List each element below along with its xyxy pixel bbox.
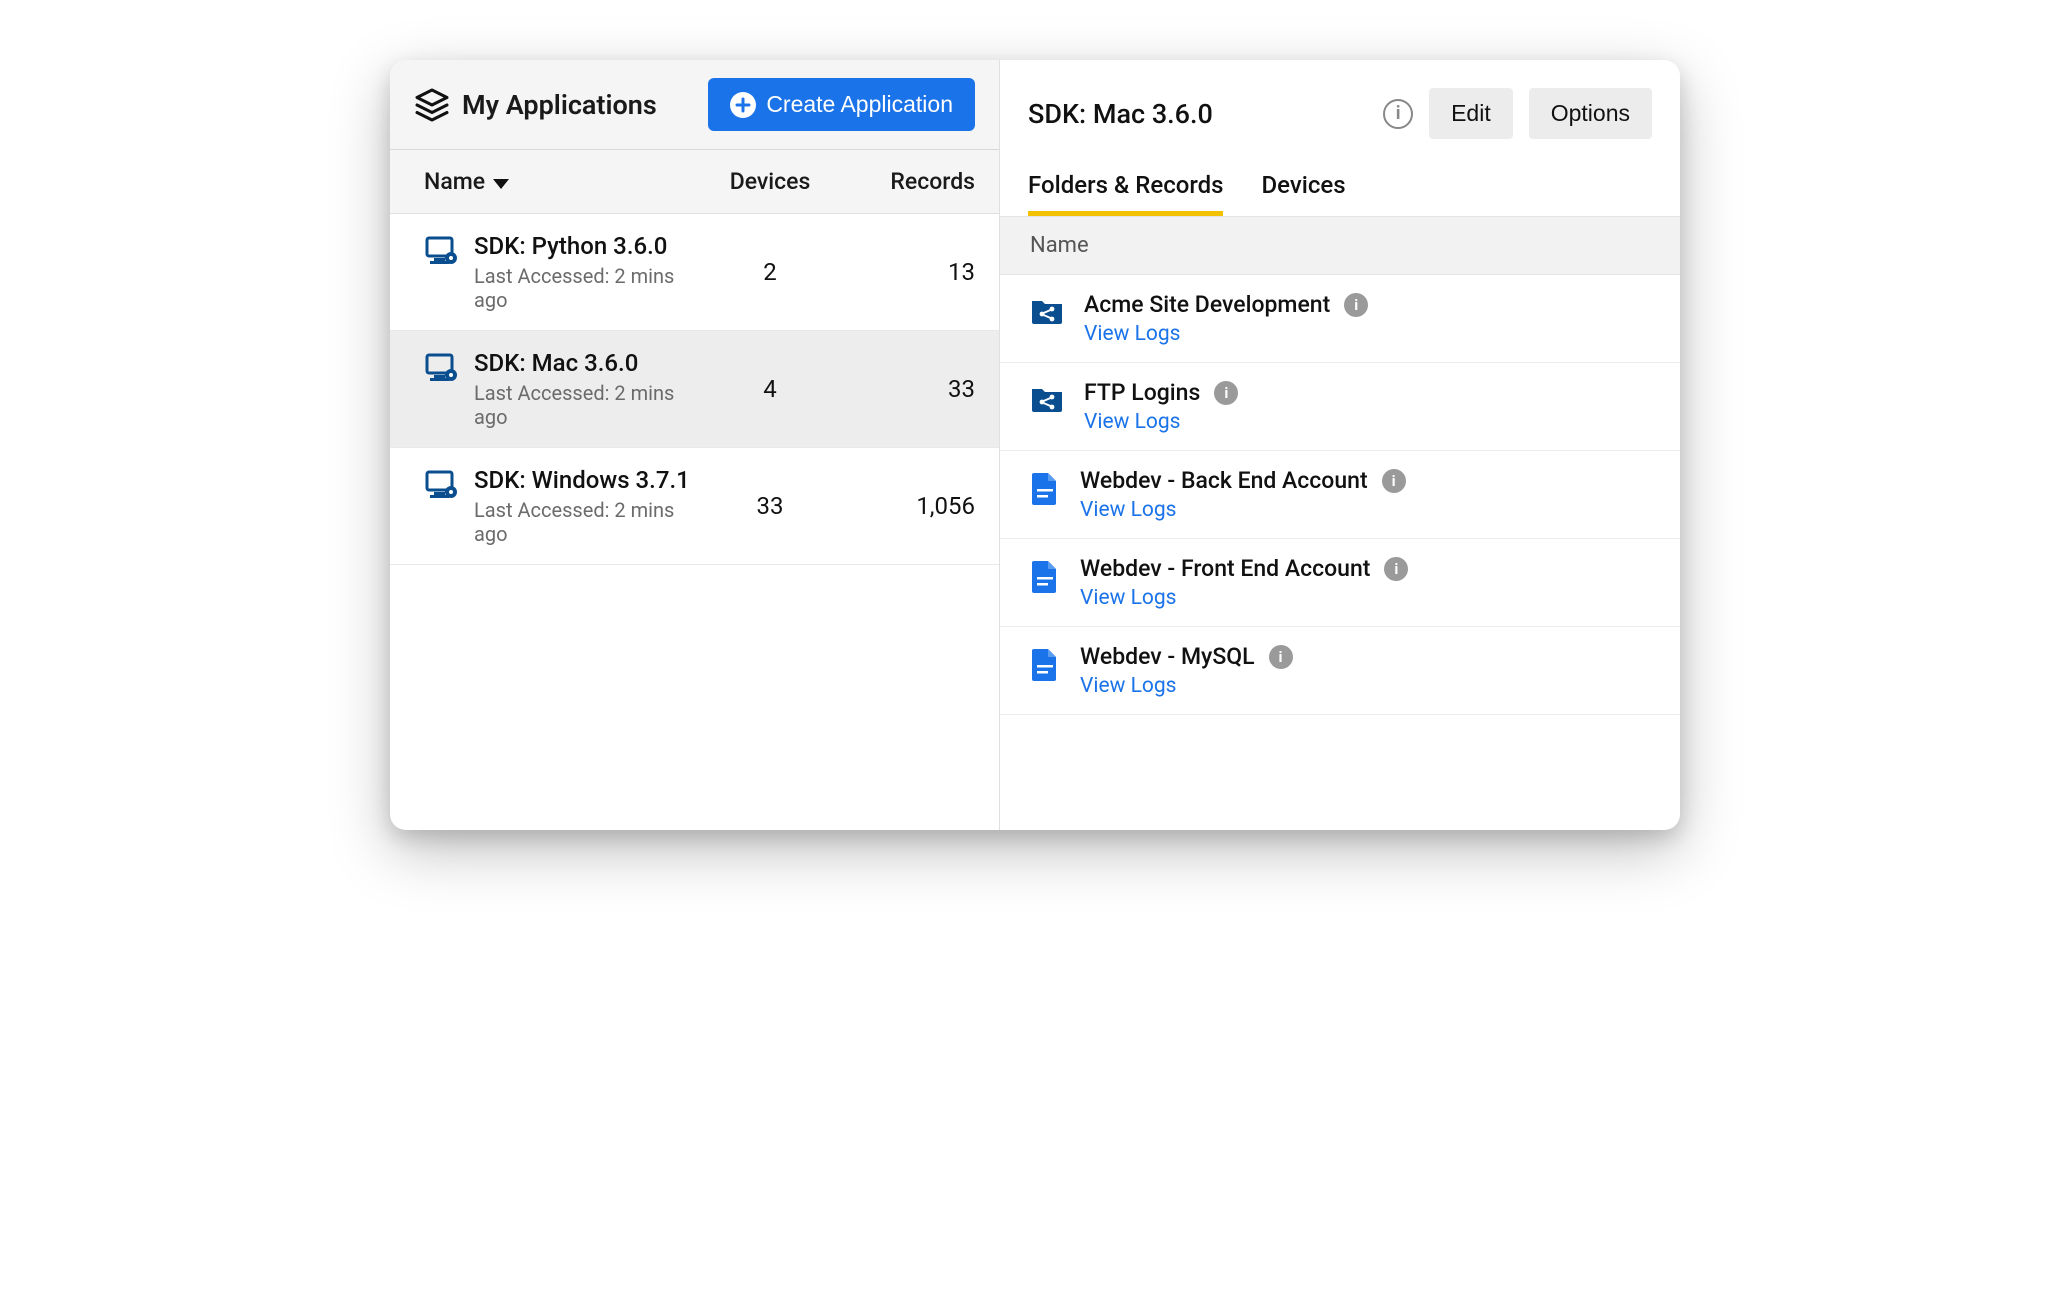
application-subtitle: Last Accessed: 2 mins ago: [474, 264, 705, 312]
view-logs-link[interactable]: View Logs: [1080, 498, 1406, 522]
info-icon[interactable]: i: [1382, 469, 1406, 493]
application-records: 1,056: [835, 492, 975, 520]
application-records: 33: [835, 375, 975, 403]
application-subtitle: Last Accessed: 2 mins ago: [474, 498, 705, 546]
applications-column-headers: Name Devices Records: [390, 150, 999, 214]
info-icon[interactable]: i: [1384, 557, 1408, 581]
detail-tabs: Folders & Records Devices: [1000, 151, 1680, 216]
share-folder-icon: [1030, 383, 1064, 417]
view-logs-link[interactable]: View Logs: [1080, 674, 1293, 698]
application-devices: 2: [705, 258, 835, 286]
plus-circle-icon: [730, 92, 756, 118]
applications-pane: My Applications Create Application Name …: [390, 60, 1000, 830]
applications-header: My Applications Create Application: [390, 60, 999, 150]
record-row[interactable]: Webdev - MySQL i View Logs: [1000, 627, 1680, 715]
sdk-icon: [424, 353, 458, 387]
record-title: Webdev - Front End Account: [1080, 555, 1370, 582]
create-application-button[interactable]: Create Application: [708, 78, 975, 131]
application-row[interactable]: SDK: Mac 3.6.0 Last Accessed: 2 mins ago…: [390, 331, 999, 448]
record-title: FTP Logins: [1084, 379, 1200, 406]
application-title: SDK: Python 3.6.0: [474, 232, 705, 260]
info-icon[interactable]: i: [1344, 293, 1368, 317]
info-icon[interactable]: i: [1383, 99, 1413, 129]
stack-logo-icon: [414, 87, 450, 123]
record-row[interactable]: Acme Site Development i View Logs: [1000, 275, 1680, 363]
application-title: SDK: Windows 3.7.1: [474, 466, 705, 494]
column-name-label: Name: [424, 168, 485, 195]
application-row[interactable]: SDK: Windows 3.7.1 Last Accessed: 2 mins…: [390, 448, 999, 565]
application-records: 13: [835, 258, 975, 286]
record-title: Webdev - Back End Account: [1080, 467, 1368, 494]
share-folder-icon: [1030, 295, 1064, 329]
application-title: SDK: Mac 3.6.0: [474, 349, 705, 377]
application-subtitle: Last Accessed: 2 mins ago: [474, 381, 705, 429]
record-title: Acme Site Development: [1084, 291, 1330, 318]
record-row[interactable]: FTP Logins i View Logs: [1000, 363, 1680, 451]
sort-desc-icon: [493, 168, 509, 195]
column-name[interactable]: Name: [424, 168, 705, 195]
info-icon[interactable]: i: [1269, 645, 1293, 669]
options-button[interactable]: Options: [1529, 88, 1652, 139]
edit-button[interactable]: Edit: [1429, 88, 1513, 139]
document-icon: [1030, 559, 1060, 599]
tab-devices[interactable]: Devices: [1261, 171, 1345, 216]
create-application-label: Create Application: [766, 91, 953, 118]
view-logs-link[interactable]: View Logs: [1084, 322, 1368, 346]
column-records[interactable]: Records: [835, 168, 975, 195]
sdk-icon: [424, 236, 458, 270]
application-devices: 33: [705, 492, 835, 520]
record-row[interactable]: Webdev - Front End Account i View Logs: [1000, 539, 1680, 627]
application-devices: 4: [705, 375, 835, 403]
detail-title: SDK: Mac 3.6.0: [1028, 98, 1213, 130]
sdk-icon: [424, 470, 458, 504]
info-icon[interactable]: i: [1214, 381, 1238, 405]
detail-header: SDK: Mac 3.6.0 i Edit Options: [1000, 60, 1680, 151]
record-row[interactable]: Webdev - Back End Account i View Logs: [1000, 451, 1680, 539]
detail-column-name: Name: [1000, 216, 1680, 275]
view-logs-link[interactable]: View Logs: [1080, 586, 1408, 610]
applications-title: My Applications: [462, 89, 657, 121]
applications-list: SDK: Python 3.6.0 Last Accessed: 2 mins …: [390, 214, 999, 565]
detail-pane: SDK: Mac 3.6.0 i Edit Options Folders & …: [1000, 60, 1680, 830]
view-logs-link[interactable]: View Logs: [1084, 410, 1238, 434]
document-icon: [1030, 647, 1060, 687]
document-icon: [1030, 471, 1060, 511]
app-window: My Applications Create Application Name …: [390, 60, 1680, 830]
folders-records-list: Acme Site Development i View Logs FTP Lo…: [1000, 275, 1680, 715]
application-row[interactable]: SDK: Python 3.6.0 Last Accessed: 2 mins …: [390, 214, 999, 331]
record-title: Webdev - MySQL: [1080, 643, 1255, 670]
column-devices[interactable]: Devices: [705, 168, 835, 195]
tab-folders-records[interactable]: Folders & Records: [1028, 171, 1223, 216]
